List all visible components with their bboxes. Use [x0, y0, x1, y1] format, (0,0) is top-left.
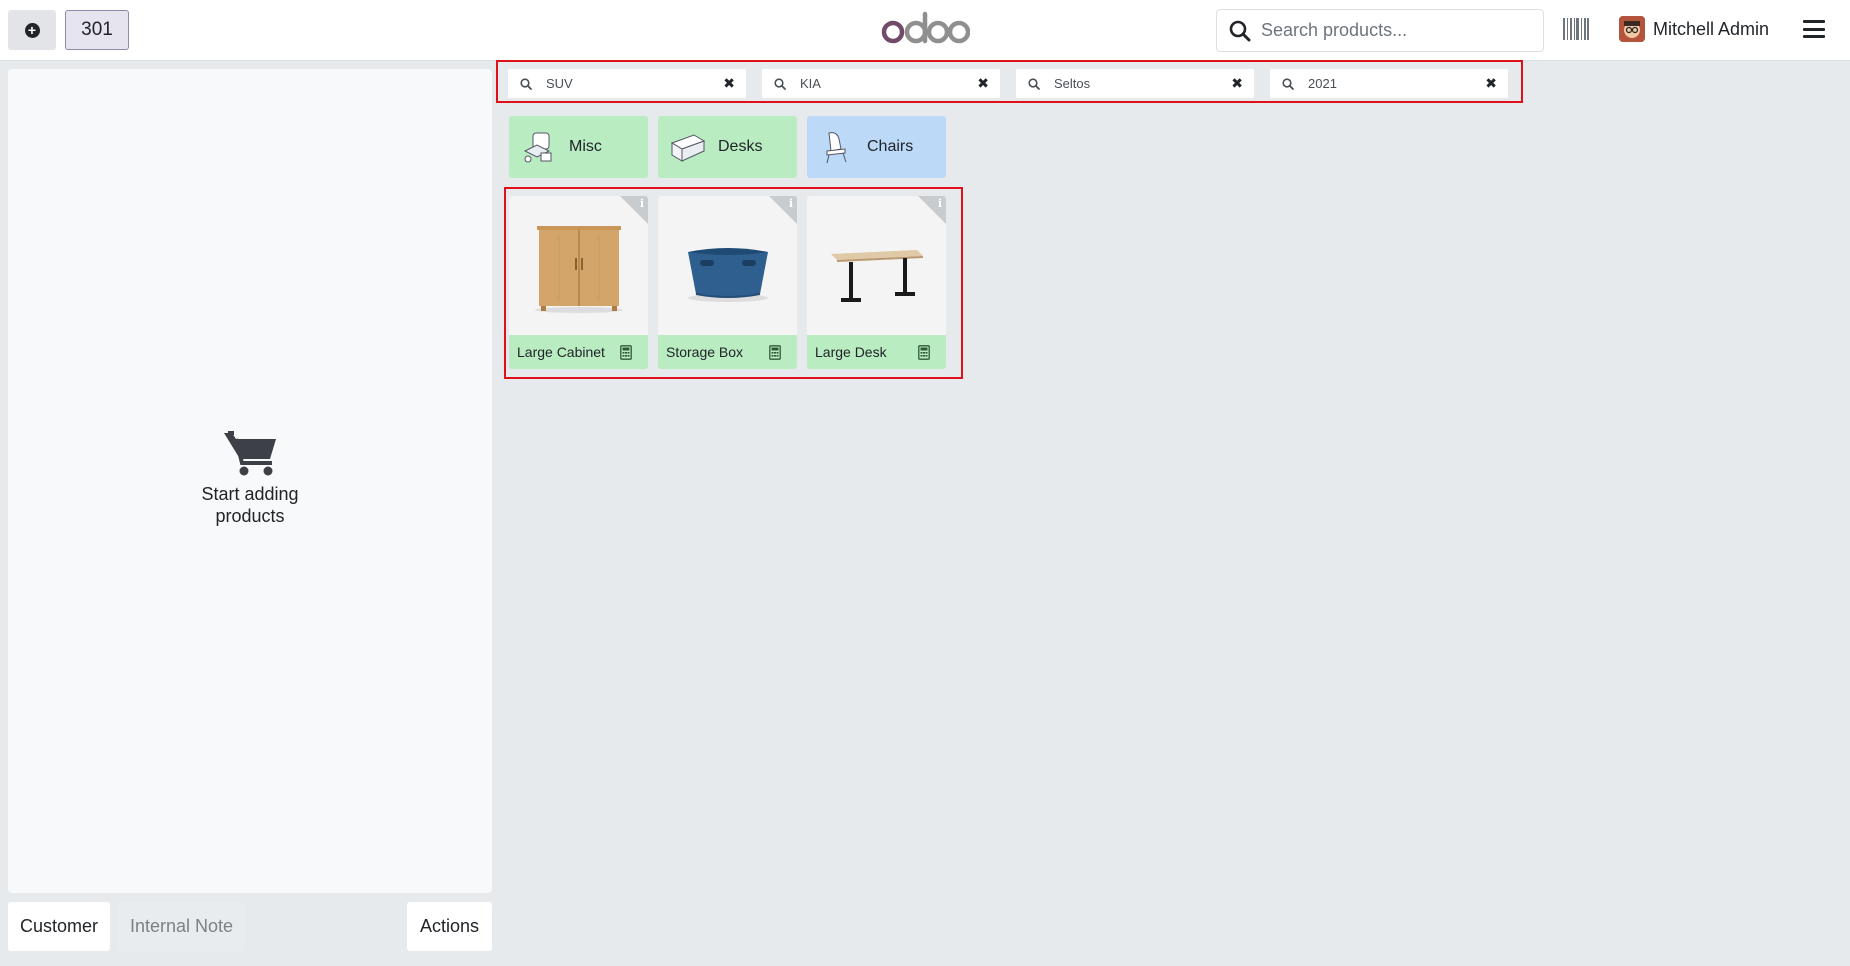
- search-icon: [774, 77, 786, 90]
- filter-text: KIA: [800, 76, 821, 91]
- product-name: Storage Box: [666, 344, 744, 360]
- search-icon: [1282, 77, 1294, 90]
- info-icon[interactable]: i: [789, 197, 793, 210]
- empty-cart-state: Start adding products: [8, 429, 492, 527]
- category-label: Misc: [569, 138, 602, 155]
- barcode-icon[interactable]: [1563, 18, 1589, 40]
- filter-text: Seltos: [1054, 76, 1091, 91]
- product-card-storage-box[interactable]: i Storage Box: [658, 196, 797, 369]
- filter-chip[interactable]: 2021 ✖: [1270, 69, 1508, 98]
- category-misc[interactable]: Misc: [509, 116, 648, 178]
- calculator-icon: [769, 344, 781, 360]
- close-icon[interactable]: ✖: [1231, 75, 1243, 92]
- search-icon: [520, 77, 532, 90]
- search-input[interactable]: [1261, 20, 1521, 41]
- avatar: [1619, 16, 1645, 42]
- user-name: Mitchell Admin: [1653, 18, 1770, 39]
- top-bar: + 301 Search products... Mitchell Admin: [0, 0, 1850, 61]
- category-chairs[interactable]: Chairs: [807, 116, 946, 178]
- product-card-large-cabinet[interactable]: i Large Cabinet: [509, 196, 648, 369]
- filter-chip[interactable]: KIA ✖: [762, 69, 1000, 98]
- misc-category-icon: [523, 132, 552, 163]
- search-icon: [1229, 20, 1251, 41]
- category-label: Chairs: [867, 138, 914, 155]
- filter-text: 2021: [1308, 76, 1337, 91]
- product-footer: Large Cabinet: [509, 335, 648, 369]
- cart-icon: [224, 431, 276, 476]
- desk-category-icon: [670, 134, 706, 162]
- product-footer: Storage Box: [658, 335, 797, 369]
- chair-category-icon: [826, 132, 847, 164]
- category-label: Desks: [718, 138, 763, 155]
- close-icon[interactable]: ✖: [1485, 75, 1497, 92]
- info-icon[interactable]: i: [640, 197, 644, 210]
- plus-circle-icon: +: [24, 22, 40, 38]
- internal-note-button[interactable]: Internal Note: [118, 902, 245, 951]
- category-desks[interactable]: Desks: [658, 116, 797, 178]
- user-menu[interactable]: Mitchell Admin: [1619, 16, 1769, 42]
- close-icon[interactable]: ✖: [977, 75, 989, 92]
- order-panel: Start adding products: [8, 69, 492, 893]
- filter-chip[interactable]: SUV ✖: [508, 69, 746, 98]
- close-icon[interactable]: ✖: [723, 75, 735, 92]
- empty-cart-text: Start adding products: [201, 484, 299, 526]
- actions-button[interactable]: Actions: [407, 902, 492, 951]
- customer-button[interactable]: Customer: [8, 902, 110, 951]
- product-name: Large Desk: [815, 344, 887, 360]
- calculator-icon: [918, 344, 930, 360]
- filter-text: SUV: [546, 76, 573, 91]
- calculator-icon: [620, 344, 632, 360]
- info-icon[interactable]: i: [938, 197, 942, 210]
- product-search[interactable]: [1216, 9, 1544, 52]
- new-order-button[interactable]: +: [8, 10, 56, 50]
- filter-chip[interactable]: Seltos ✖: [1016, 69, 1254, 98]
- search-icon: [1028, 77, 1040, 90]
- product-name: Large Cabinet: [517, 344, 605, 360]
- odoo-logo: [881, 11, 970, 44]
- menu-icon[interactable]: [1803, 20, 1825, 38]
- product-card-large-desk[interactable]: i Large Desk: [807, 196, 946, 369]
- order-tab[interactable]: 301: [65, 10, 129, 50]
- product-footer: Large Desk: [807, 335, 946, 369]
